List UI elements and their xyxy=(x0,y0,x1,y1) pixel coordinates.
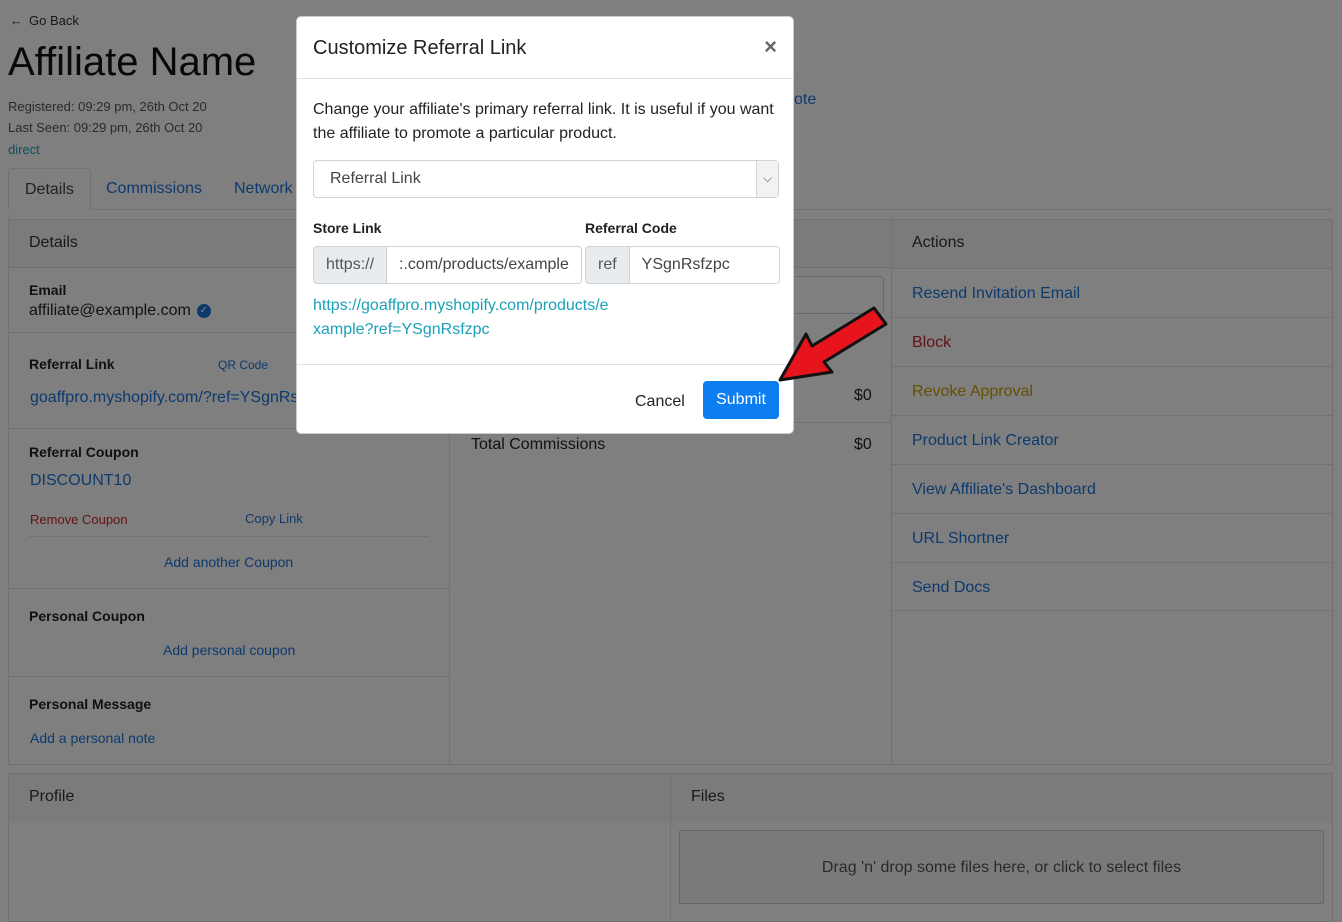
close-icon[interactable]: × xyxy=(764,34,777,60)
referral-code-label: Referral Code xyxy=(585,220,677,236)
store-link-group: https:// :.com/products/example xyxy=(313,246,583,284)
store-link-label: Store Link xyxy=(313,220,382,236)
referral-code-input[interactable]: YSgnRsfzpc xyxy=(629,246,780,284)
store-link-input[interactable]: :.com/products/example xyxy=(387,246,583,284)
chevron-down-icon: ⌵ xyxy=(756,161,778,197)
referral-link-preview[interactable]: https://goaffpro.myshopify.com/products/… xyxy=(313,294,613,342)
referral-code-prefix: ref xyxy=(585,246,630,284)
link-type-selected: Referral Link xyxy=(330,170,421,187)
link-type-select[interactable]: Referral Link ⌵ xyxy=(313,160,779,198)
annotation-arrow-icon xyxy=(778,306,888,382)
modal-title: Customize Referral Link xyxy=(313,37,527,59)
submit-button[interactable]: Submit xyxy=(703,381,779,419)
modal-description: Change your affiliate's primary referral… xyxy=(313,101,774,142)
modal-footer: Cancel Submit xyxy=(297,364,793,434)
referral-code-group: ref YSgnRsfzpc xyxy=(585,246,780,284)
customize-referral-link-modal: Customize Referral Link × Change your af… xyxy=(296,16,794,434)
cancel-button[interactable]: Cancel xyxy=(623,383,697,421)
modal-header: Customize Referral Link × xyxy=(297,17,793,79)
store-link-prefix: https:// xyxy=(313,246,388,284)
